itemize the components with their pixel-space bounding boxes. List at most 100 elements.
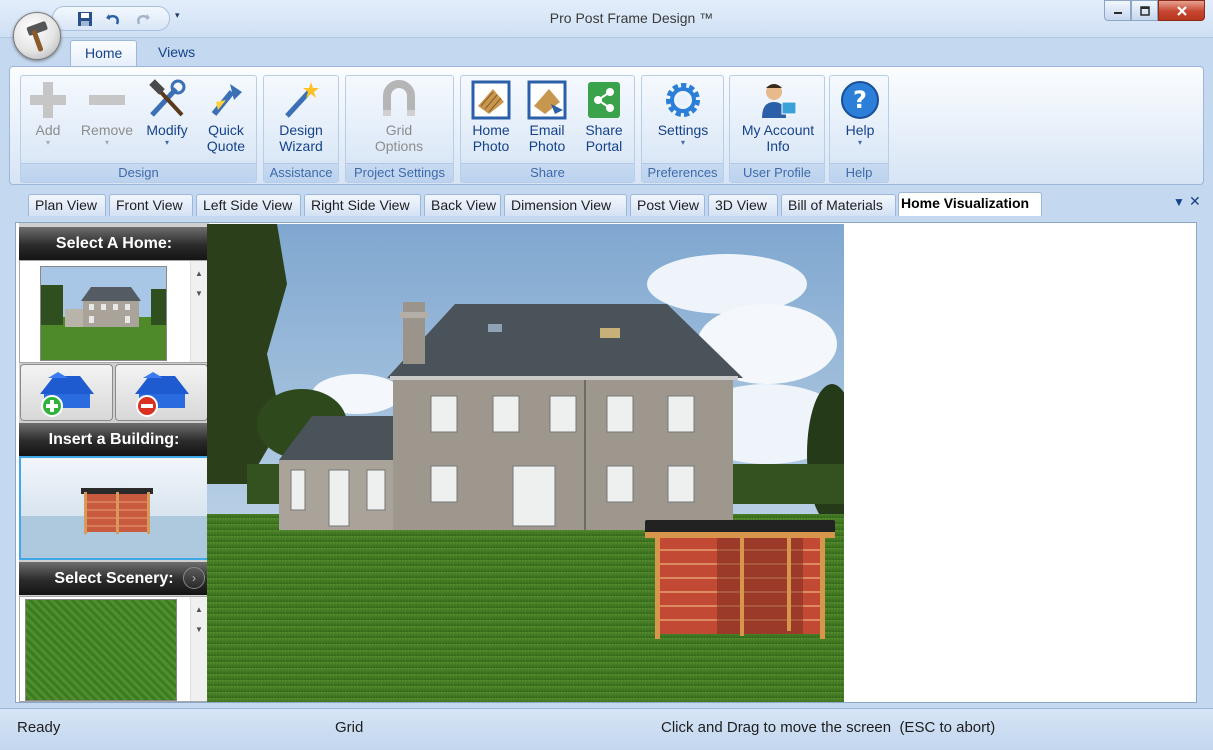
chevron-down-icon: ▾	[680, 138, 685, 147]
home-list[interactable]: ▲ ▼	[19, 260, 209, 363]
add-icon	[30, 82, 66, 118]
design-wizard-button[interactable]: Design Wizard	[270, 78, 332, 164]
email-photo-button[interactable]: Email Photo	[523, 78, 571, 164]
preferences-group-label: Preferences	[642, 163, 723, 182]
modify-label: Modify	[146, 122, 188, 138]
grid-options-button[interactable]: Grid Options	[366, 78, 432, 164]
tab-home-visualization[interactable]: Home Visualization	[898, 192, 1042, 216]
help-button[interactable]: ? Help ▾	[836, 78, 884, 164]
design-group: Add ▾ Remove ▾ Modify ▾ Quick Quote Desi…	[20, 75, 257, 183]
photo-icon	[471, 80, 511, 120]
post-frame-building-image	[21, 488, 207, 558]
visualization-panel: Select A Home: ▲ ▼ Insert a Building: Se…	[15, 222, 1197, 703]
close-tab-icon[interactable]: ✕	[1189, 193, 1201, 210]
title-bar: ▾ Pro Post Frame Design ™	[0, 0, 1213, 38]
settings-label: Settings	[657, 122, 709, 138]
scroll-down-icon[interactable]: ▼	[195, 289, 203, 298]
help-group: ? Help ▾ Help	[829, 75, 889, 183]
close-button[interactable]	[1158, 0, 1205, 21]
remove-home-button[interactable]	[115, 364, 208, 421]
insert-building-header: Insert a Building:	[19, 423, 209, 456]
left-side-panel: Select A Home: ▲ ▼ Insert a Building: Se…	[19, 223, 209, 702]
chevron-down-icon: ▾	[45, 138, 50, 147]
application-menu-button[interactable]	[13, 12, 61, 60]
hammer-wrench-icon	[149, 79, 186, 117]
email-photo-label: Email Photo	[528, 122, 566, 154]
minimize-button[interactable]	[1104, 0, 1131, 21]
add-home-button[interactable]	[20, 364, 113, 421]
user-profile-group: My Account Info User Profile	[729, 75, 825, 183]
design-wizard-label: Design Wizard	[279, 122, 323, 154]
tab-dimension-view[interactable]: Dimension View	[504, 194, 627, 216]
maximize-button[interactable]	[1131, 0, 1158, 21]
share-icon	[588, 82, 620, 118]
home-thumbnail[interactable]	[40, 266, 167, 361]
tab-bill-of-materials[interactable]: Bill of Materials	[781, 194, 896, 216]
share-portal-label: Share Portal	[585, 122, 623, 154]
scenery-options-icon[interactable]: ›	[183, 567, 205, 589]
remove-icon	[89, 95, 125, 105]
add-label: Add	[35, 122, 61, 138]
grid-options-label: Grid Options	[374, 122, 424, 154]
tab-post-view[interactable]: Post View	[630, 194, 705, 216]
select-scenery-header: Select Scenery:	[19, 562, 209, 595]
hammer-icon	[26, 21, 48, 52]
remove-label: Remove	[80, 122, 134, 138]
preferences-group: Settings ▾ Preferences	[641, 75, 724, 183]
status-hint: Click and Drag to move the screen (ESC t…	[661, 719, 996, 736]
assistance-group-label: Assistance	[264, 163, 338, 182]
project-settings-group-label: Project Settings	[346, 163, 453, 182]
scroll-down-icon[interactable]: ▼	[195, 625, 203, 634]
add-button[interactable]: Add ▾	[25, 78, 71, 164]
add-home-icon	[39, 371, 94, 417]
tab-back-view[interactable]: Back View	[424, 194, 501, 216]
status-grid: Grid	[335, 719, 364, 736]
scroll-up-icon[interactable]: ▲	[195, 269, 203, 278]
share-portal-button[interactable]: Share Portal	[579, 78, 629, 164]
status-bar: Ready Grid Click and Drag to move the sc…	[0, 708, 1213, 750]
user-profile-group-label: User Profile	[730, 163, 824, 182]
ribbon-tab-strip: Home Views	[0, 38, 1213, 67]
building-thumbnail[interactable]	[19, 456, 209, 560]
quote-icon	[211, 84, 242, 116]
magic-wand-icon	[285, 82, 319, 118]
svg-text:?: ?	[853, 86, 867, 114]
help-icon: ?	[841, 81, 879, 119]
remove-button[interactable]: Remove ▾	[79, 78, 135, 164]
tab-left-side-view[interactable]: Left Side View	[196, 194, 301, 216]
tab-plan-view[interactable]: Plan View	[28, 194, 106, 216]
quick-quote-button[interactable]: Quick Quote	[199, 78, 253, 164]
my-account-button[interactable]: My Account Info	[736, 78, 820, 164]
ribbon: Add ▾ Remove ▾ Modify ▾ Quick Quote Desi…	[9, 66, 1204, 185]
modify-button[interactable]: Modify ▾	[141, 78, 193, 164]
tab-front-view[interactable]: Front View	[109, 194, 193, 216]
chevron-down-icon: ▾	[164, 138, 169, 147]
quick-quote-label: Quick Quote	[206, 122, 246, 154]
grass-scenery-thumbnail[interactable]	[25, 599, 177, 701]
magnet-icon	[383, 80, 415, 116]
tab-3d-view[interactable]: 3D View	[708, 194, 778, 216]
my-account-label: My Account Info	[741, 122, 815, 154]
chevron-down-icon: ▾	[104, 138, 109, 147]
home-list-scrollbar[interactable]: ▲ ▼	[190, 261, 208, 362]
home-photo-button[interactable]: Home Photo	[467, 78, 515, 164]
scenery-list[interactable]: ▲ ▼	[19, 596, 209, 702]
tab-list-dropdown-icon[interactable]: ▼	[1173, 195, 1185, 209]
chevron-down-icon: ▾	[857, 138, 862, 147]
settings-button[interactable]: Settings ▾	[650, 78, 716, 164]
tab-right-side-view[interactable]: Right Side View	[304, 194, 421, 216]
window-title: Pro Post Frame Design ™	[549, 10, 714, 26]
help-label: Help	[845, 122, 875, 138]
project-settings-group: Grid Options Project Settings	[345, 75, 454, 183]
email-photo-icon	[527, 80, 567, 120]
remove-home-icon	[134, 371, 189, 417]
assistance-group: Design Wizard Assistance	[263, 75, 339, 183]
home-visualization-scene[interactable]	[207, 224, 844, 702]
tab-home[interactable]: Home	[70, 40, 138, 67]
scenery-list-scrollbar[interactable]: ▲ ▼	[190, 597, 208, 701]
tab-views[interactable]: Views	[144, 40, 209, 67]
view-tab-strip: Plan View Front View Left Side View Righ…	[9, 192, 1204, 216]
user-account-icon	[762, 84, 797, 118]
design-group-label: Design	[21, 163, 256, 182]
scroll-up-icon[interactable]: ▲	[195, 605, 203, 614]
